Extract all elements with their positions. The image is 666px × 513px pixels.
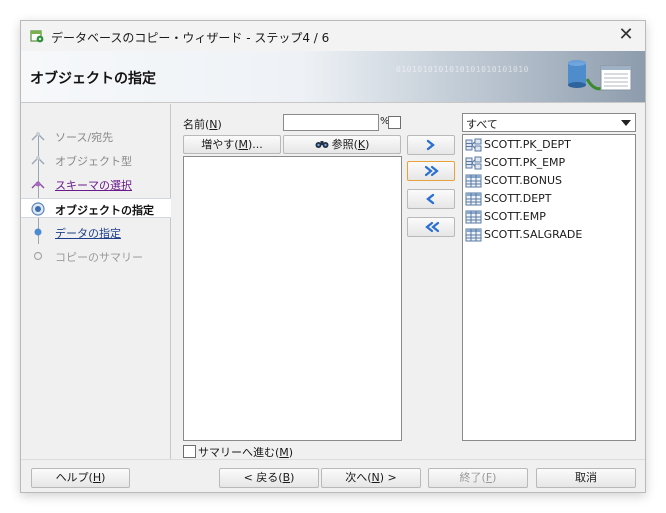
table-icon xyxy=(465,228,482,242)
finish-button[interactable]: 終了(F) xyxy=(428,468,528,488)
button-mnemonic: M xyxy=(238,138,249,151)
move-selected-right-button[interactable] xyxy=(407,135,455,155)
copy-wizard-window: データベースのコピー・ウィザード - ステップ4 / 6 ✕ オブジェクトの指定… xyxy=(20,20,646,493)
button-text-end: )... xyxy=(248,138,263,151)
label-text: 名前( xyxy=(183,118,210,131)
page-title: オブジェクトの指定 xyxy=(30,71,156,87)
button-text-end: ) xyxy=(101,471,106,484)
table-icon xyxy=(465,192,482,206)
step-label: スキーマの選択 xyxy=(55,179,132,192)
page-header: オブジェクトの指定 0101010101010101010101010 xyxy=(21,51,645,103)
button-text-end: ) > xyxy=(379,471,397,484)
list-item[interactable]: SCOTT.PK_EMP xyxy=(465,154,633,172)
more-filter-button[interactable]: 増やす(M)... xyxy=(183,135,281,154)
step-data-specification[interactable]: データの指定 xyxy=(21,222,171,242)
title-bar: データベースのコピー・ウィザード - ステップ4 / 6 ✕ xyxy=(21,21,645,51)
step-label: オブジェクト型 xyxy=(55,155,132,168)
close-window-button[interactable]: ✕ xyxy=(615,24,637,46)
label-text-end: ) xyxy=(217,118,222,131)
button-text: 終了( xyxy=(459,471,486,484)
label-text-end: ) xyxy=(288,446,294,459)
database-copy-graphic-icon xyxy=(568,60,632,91)
move-selected-left-button[interactable] xyxy=(407,189,455,209)
step-done-icon xyxy=(31,156,45,165)
wizard-app-icon xyxy=(30,30,44,43)
button-mnemonic: B xyxy=(282,471,291,484)
label-mnemonic: N xyxy=(209,118,218,131)
object-name: SCOTT.PK_DEPT xyxy=(484,138,571,151)
step-copy-summary: コピーのサマリー xyxy=(21,246,171,266)
step-done-icon xyxy=(31,132,45,141)
step-future-icon xyxy=(34,228,42,236)
step-label: コピーのサマリー xyxy=(55,251,143,264)
proceed-to-summary-checkbox[interactable] xyxy=(183,445,196,458)
move-all-left-button[interactable] xyxy=(407,217,455,237)
button-text-end: ) xyxy=(492,471,497,484)
window-title: データベースのコピー・ウィザード - ステップ4 / 6 xyxy=(51,31,330,45)
list-item[interactable]: SCOTT.PK_DEPT xyxy=(465,136,633,154)
object-name: SCOTT.EMP xyxy=(484,210,546,223)
step-disabled-icon xyxy=(33,251,43,261)
next-button[interactable]: 次へ(N) > xyxy=(321,468,421,488)
double-chevron-left-icon xyxy=(425,221,440,233)
index-icon xyxy=(465,138,482,152)
table-icon xyxy=(465,174,482,188)
back-button[interactable]: < 戻る(B) xyxy=(219,468,319,488)
button-text-end: ) xyxy=(290,471,295,484)
button-text: 取消 xyxy=(575,471,597,484)
name-filter-input[interactable] xyxy=(283,114,379,131)
button-text: ヘルプ( xyxy=(55,471,93,484)
label-text: サマリーへ進む( xyxy=(198,446,280,459)
wizard-steps-nav: ソース/宛先 オブジェクト型 スキーマの選択 オブジェクトの指定 データの指定 … xyxy=(21,104,171,459)
list-item[interactable]: SCOTT.BONUS xyxy=(465,172,633,190)
index-icon xyxy=(465,156,482,170)
list-item[interactable]: SCOTT.EMP xyxy=(465,208,633,226)
table-icon xyxy=(465,210,482,224)
step-current-icon xyxy=(31,202,45,216)
object-name: SCOTT.BONUS xyxy=(484,174,563,187)
label-mnemonic: M xyxy=(279,446,289,459)
name-filter-label: 名前(N) xyxy=(183,116,222,132)
object-name: SCOTT.SALGRADE xyxy=(484,228,583,241)
step-visited-icon xyxy=(31,181,45,189)
button-text: 参照( xyxy=(331,138,358,151)
object-name: SCOTT.PK_EMP xyxy=(484,156,566,169)
step-label: データの指定 xyxy=(55,227,121,240)
proceed-to-summary-label: サマリーへ進む(M) xyxy=(198,444,293,460)
list-item[interactable]: SCOTT.SALGRADE xyxy=(465,226,633,244)
chevron-right-icon xyxy=(426,139,435,151)
object-type-dropdown[interactable]: すべて xyxy=(462,113,636,132)
step-label: オブジェクトの指定 xyxy=(55,204,154,217)
chevron-left-icon xyxy=(426,193,435,205)
step-label: ソース/宛先 xyxy=(55,131,114,144)
step-schema-selection[interactable]: スキーマの選択 xyxy=(21,174,171,194)
button-text: < 戻る( xyxy=(243,471,283,484)
button-mnemonic: H xyxy=(92,471,102,484)
button-text: 増やす( xyxy=(201,138,239,151)
selected-objects-list[interactable]: SCOTT.PK_DEPT SCOTT.PK_EMP SCOTT.BONUS S… xyxy=(462,134,636,441)
available-objects-list[interactable] xyxy=(183,156,402,441)
footer-divider xyxy=(21,459,645,460)
double-chevron-right-icon xyxy=(424,165,439,177)
step-object-specification: オブジェクトの指定 xyxy=(21,198,171,218)
chevron-down-icon xyxy=(621,120,631,126)
button-text-end: ) xyxy=(365,138,370,151)
button-mnemonic: N xyxy=(371,471,380,484)
binary-decoration: 0101010101010101010101010 xyxy=(396,65,529,74)
object-name: SCOTT.DEPT xyxy=(484,192,552,205)
browse-button[interactable]: 参照(K) xyxy=(283,135,401,154)
list-item[interactable]: SCOTT.DEPT xyxy=(465,190,633,208)
help-button[interactable]: ヘルプ(H) xyxy=(31,468,130,488)
cancel-button[interactable]: 取消 xyxy=(536,468,636,488)
binoculars-icon xyxy=(315,141,329,148)
move-all-right-button[interactable] xyxy=(407,161,455,181)
wildcard-checkbox[interactable] xyxy=(388,116,401,129)
button-text: 次へ( xyxy=(345,471,372,484)
step-source-destination: ソース/宛先 xyxy=(21,126,171,146)
step-object-type: オブジェクト型 xyxy=(21,150,171,170)
object-type-selected: すべて xyxy=(466,118,498,131)
